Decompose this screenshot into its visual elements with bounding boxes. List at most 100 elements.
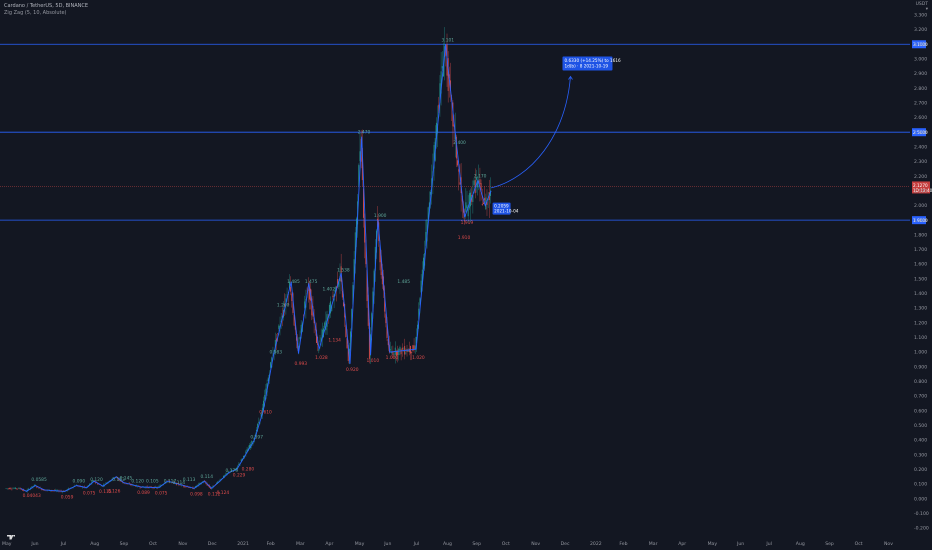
axis-currency-dropdown: ▾ [925,7,928,12]
time-tick-label: Apr [325,541,333,547]
price-tick-label: 3.200 [914,27,927,33]
target-callout-line2: 1d(b) · 8 2021-10-19 [564,64,608,69]
zigzag-labels: 0.040430.05850.0590.0900.0750.1200.1150.… [23,37,487,500]
zigzag-low-label: 0.229 [233,472,246,478]
time-tick-label: Sep [825,541,834,547]
zigzag-high-label: 0.090 [73,478,86,484]
candle-body [441,66,443,69]
candle-body [10,488,12,489]
price-tick-label: 1.000 [914,350,927,356]
zigzag-low-label: 1.919 [461,220,474,226]
indicator-title[interactable]: Zig Zag (5, 10, Absolute) [4,10,88,17]
time-tick-label: May [355,541,365,547]
candle-body [398,348,400,356]
time-tick-label: Mar [296,541,305,547]
candle-body [481,203,483,206]
candle-body [414,345,416,350]
zigzag-high-label: 0.105 [146,478,159,484]
price-tick-label: 1.100 [914,335,927,341]
price-tick-label: 1.400 [914,291,927,297]
price-tick-label: 3.300 [914,13,927,19]
time-tick-label: Nov [178,541,187,547]
price-tick-label: 0.400 [914,438,927,444]
price-tick-label: -0.100 [914,511,929,517]
time-tick-label: 2022 [590,541,602,547]
candle-body [400,349,402,355]
time-tick-label: Aug [796,541,805,547]
price-tick-label: 0.700 [914,394,927,400]
candle-body [290,287,292,292]
candle-body [465,202,467,212]
zigzag-low-label: 1.000 [386,355,399,361]
zigzag-low-label: 0.059 [61,494,74,500]
zigzag-high-label: 0.113 [183,477,196,483]
tradingview-logo-icon [7,535,15,540]
candle-body [19,488,21,489]
zigzag-low-label: 0.04043 [23,493,41,499]
price-tick-label: 2.400 [914,144,927,150]
time-tick-label: Jul [765,541,772,547]
zigzag-high-label: 0.120 [131,478,144,484]
price-tick-label: 2.900 [914,71,927,77]
time-tick-label: Apr [678,541,686,547]
zigzag-high-label: 1.485 [287,279,300,285]
price-tick-label: 0.200 [914,467,927,473]
chart-legend: Cardano / TetherUS, 5D, BINANCE Zig Zag … [4,3,88,17]
zigzag-high-label: 2.170 [474,174,487,180]
candle-body [413,345,415,350]
time-tick-label: Jul [60,541,67,547]
price-tick-label: 3.100 [914,42,927,48]
time-tick-label: Oct [855,541,863,547]
candle-body [459,182,461,185]
price-tick-label: 2.200 [914,174,927,180]
time-tick-label: May [708,541,718,547]
time-tick-label: Feb [619,541,627,547]
candles [5,27,491,494]
price-tick-label: 0.900 [914,364,927,370]
time-tick-label: Feb [267,541,275,547]
candle-body [401,347,403,350]
axis-currency[interactable]: USDT ▾ [916,2,928,12]
time-tick-label: Jul [413,541,420,547]
zigzag-high-label: 0.983 [270,349,283,355]
price-tick-label: 0.800 [914,379,927,385]
candle-body [457,160,459,166]
price-tick-label: 2.100 [914,188,927,194]
zigzag-high-label: 3.101 [442,37,455,43]
candle-body [483,202,484,205]
chart-area[interactable]: 3.1000 2.5000 1.9000 2.1270 1D 12:40 0.0404… [0,0,932,550]
price-tick-label: 0.100 [914,482,927,488]
candle-body [484,198,486,201]
candle-body [411,351,413,354]
price-tick-label: 2.300 [914,159,927,165]
price-tick-label: 2.700 [914,100,927,106]
time-tick-label: Oct [502,541,510,547]
zigzag-high-label: 2.400 [453,140,466,146]
zigzag-high-label: 1.538 [337,267,350,273]
zigzag-high-label: 0.120 [90,477,103,483]
price-tick-label: 1.600 [914,262,927,268]
target-callout: 0.6330 (+14.25%) to 16161d(b) · 8 2021-1… [491,56,621,215]
candle-body [9,488,10,490]
candle-body [412,345,414,351]
target-callout-line1: 0.6330 (+14.25%) to 1616 [564,58,621,63]
symbol-title[interactable]: Cardano / TetherUS, 5D, BINANCE [4,3,88,10]
candle-body [466,205,468,209]
time-tick-label: Jun [30,541,38,547]
measure-box-line2: 2021-10-04 [494,209,519,214]
time-tick-label: Oct [149,541,157,547]
price-chart-svg[interactable]: 3.10002.50001.9000 2.12701D 12:40 0.0404… [0,0,932,550]
horizontal-levels: 3.10002.50001.9000 [0,40,928,225]
candle-body [319,340,321,342]
time-tick-label: Aug [443,541,452,547]
candle-body [278,325,280,329]
zigzag-line[interactable] [20,44,492,492]
zigzag-high-label: 2.470 [358,130,371,136]
price-tick-label: 3.000 [914,57,927,63]
time-tick-label: Jun [383,541,391,547]
zigzag-low-label: 0.280 [242,467,255,473]
price-tick-label: 2.800 [914,86,927,92]
zigzag-low-label: 1.134 [328,338,341,344]
zigzag-low-label: 1.028 [315,355,328,361]
zigzag-low-label: 0.124 [217,490,230,496]
